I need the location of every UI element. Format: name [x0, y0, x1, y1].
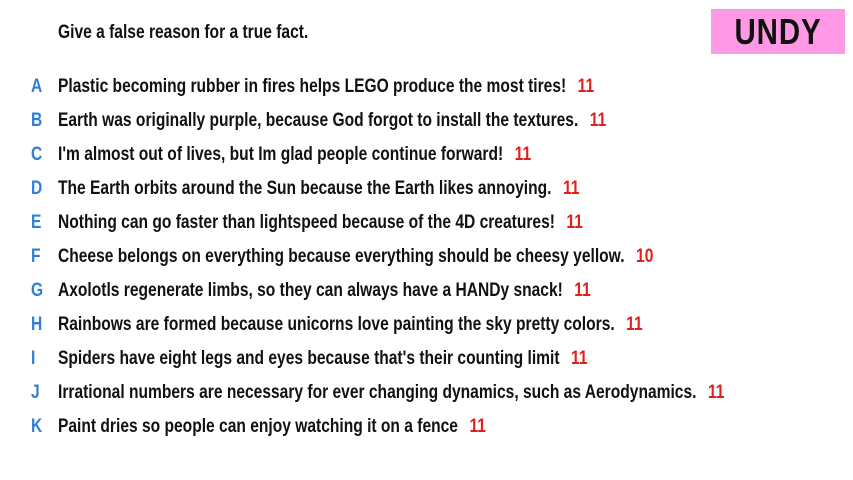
answer-row-d[interactable]: D The Earth orbits around the Sun becaus… — [0, 174, 853, 204]
answer-text: Paint dries so people can enjoy watching… — [58, 416, 458, 437]
answer-score: 11 — [514, 144, 532, 165]
answer-text: Earth was originally purple, because God… — [58, 110, 579, 131]
answer-score: 11 — [571, 348, 588, 369]
answer-letter: A — [31, 76, 43, 97]
answer-text: Rainbows are formed because unicorns lov… — [58, 314, 615, 335]
answer-text: The Earth orbits around the Sun because … — [58, 178, 552, 199]
answer-text: Irrational numbers are necessary for eve… — [58, 382, 697, 403]
answer-letter: E — [31, 212, 42, 233]
answer-letter: H — [31, 314, 43, 335]
answer-row-g[interactable]: G Axolotls regenerate limbs, so they can… — [0, 276, 853, 306]
answer-score: 11 — [562, 178, 580, 199]
answer-letter: F — [31, 246, 41, 267]
answer-row-j[interactable]: J Irrational numbers are necessary for e… — [0, 378, 853, 408]
answer-row-f[interactable]: F Cheese belongs on everything because e… — [0, 242, 853, 272]
answer-score: 11 — [577, 76, 595, 97]
answer-score: 11 — [707, 382, 725, 403]
answer-text: Nothing can go faster than lightspeed be… — [58, 212, 555, 233]
answer-text: I'm almost out of lives, but Im glad peo… — [58, 144, 504, 165]
answer-row-i[interactable]: I Spiders have eight legs and eyes becau… — [0, 344, 853, 374]
answer-letter: C — [31, 144, 43, 165]
player-name-badge: UNDY — [711, 9, 845, 54]
answer-text: Spiders have eight legs and eyes because… — [58, 348, 560, 369]
answer-row-a[interactable]: A Plastic becoming rubber in fires helps… — [0, 72, 853, 102]
answer-score: 11 — [574, 280, 591, 301]
prompt-text: Give a false reason for a true fact. — [58, 22, 309, 43]
answer-letter: G — [31, 280, 44, 301]
answer-letter: J — [31, 382, 40, 403]
answer-score: 11 — [469, 416, 486, 437]
answer-letter: B — [31, 110, 43, 131]
answer-letter: I — [31, 348, 36, 369]
answer-row-b[interactable]: B Earth was originally purple, because G… — [0, 106, 853, 136]
answer-letter: K — [31, 416, 43, 437]
answer-score: 11 — [566, 212, 583, 233]
answer-score: 11 — [589, 110, 607, 131]
answer-row-c[interactable]: C I'm almost out of lives, but Im glad p… — [0, 140, 853, 170]
player-name-label: UNDY — [734, 10, 822, 52]
answer-row-h[interactable]: H Rainbows are formed because unicorns l… — [0, 310, 853, 340]
answer-row-k[interactable]: K Paint dries so people can enjoy watchi… — [0, 412, 853, 442]
answer-text: Plastic becoming rubber in fires helps L… — [58, 76, 567, 97]
answer-letter: D — [31, 178, 43, 199]
answer-score: 11 — [626, 314, 643, 335]
answer-score: 10 — [636, 246, 654, 267]
answer-row-e[interactable]: E Nothing can go faster than lightspeed … — [0, 208, 853, 238]
answer-text: Cheese belongs on everything because eve… — [58, 246, 625, 267]
answer-text: Axolotls regenerate limbs, so they can a… — [58, 280, 563, 301]
